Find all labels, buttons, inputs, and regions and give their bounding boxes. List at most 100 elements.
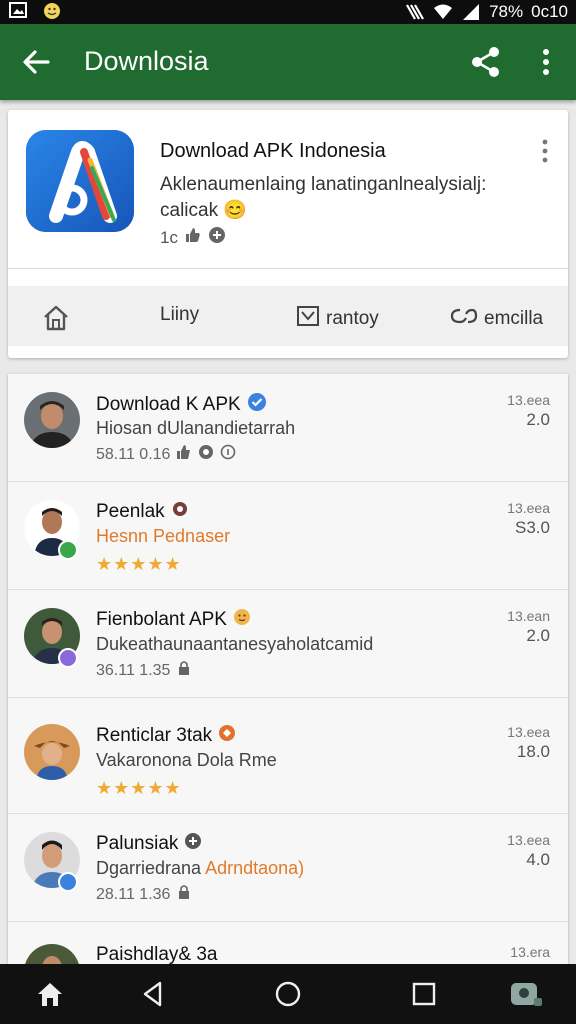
list-item[interactable]: Download K APK Hiosan dUlanandietarrah 5… — [8, 374, 568, 482]
item-meta-text: 36.11 1.35 — [96, 661, 171, 679]
item-number: 2.0 — [526, 410, 550, 429]
smile-emoji-icon: 😊 — [223, 200, 248, 221]
app-meta: 1c — [160, 226, 226, 249]
item-title: Peenlak — [96, 500, 189, 524]
action-row: Liiny rantoy emcilla — [8, 286, 568, 346]
description-line-1: Aklenaumenlaing lanatinganlnealysialj: — [160, 174, 487, 195]
app-name: Download APK Indonesia — [160, 140, 386, 162]
item-meta: 58.11 0.16 — [96, 444, 236, 465]
item-subtitle: Dgarriedrana Adrndtaona) — [96, 858, 304, 879]
item-subtitle: Vakaronona Dola Rme — [96, 750, 277, 770]
gear-icon — [171, 500, 189, 524]
item-subtitle: Hesnn Pednaser — [96, 526, 231, 546]
item-date: 13.ean — [507, 608, 550, 624]
item-date: 13.eea — [507, 832, 550, 848]
app-list: Download K APK Hiosan dUlanandietarrah 5… — [8, 374, 568, 964]
add-circle-icon — [184, 832, 202, 856]
item-number: S3.0 — [515, 518, 550, 537]
assistant-nav-icon[interactable] — [508, 980, 544, 1008]
item-number: 18.0 — [516, 742, 550, 761]
item-title: Download K APK — [96, 392, 267, 418]
thumbs-icon — [176, 444, 192, 465]
plus-badge-icon — [58, 872, 78, 892]
item-subtitle-a: Dgarriedrana — [96, 858, 202, 878]
link-icon — [448, 304, 478, 334]
app-meta-text: 1c — [160, 227, 178, 247]
description-text: calicak — [160, 200, 219, 221]
item-title-text: Palunsiak — [96, 833, 179, 854]
badge-icon — [218, 724, 236, 748]
app-bar-title: Downlosia — [84, 46, 209, 76]
item-subtitle-b: Adrndtaona) — [205, 858, 305, 878]
overflow-menu-icon[interactable] — [534, 46, 558, 78]
item-title-text: Fienbolant APK — [96, 609, 227, 630]
recents-nav-icon[interactable] — [410, 980, 438, 1008]
item-title: Paishdlay& 3a — [96, 944, 217, 964]
action-liiny[interactable]: Liiny — [160, 304, 199, 326]
back-arrow-icon[interactable] — [20, 46, 52, 78]
list-item[interactable]: Peenlak Hesnn Pednaser ★★★★★ 13.eea S3.0 — [8, 482, 568, 590]
item-date: 13.eea — [507, 724, 550, 740]
action-rantoy-label: rantoy — [326, 308, 379, 329]
avatar — [24, 724, 80, 780]
item-subtitle: Hiosan dUlanandietarrah — [96, 418, 296, 438]
item-title-text: Download K APK — [96, 394, 241, 415]
status-bar: 78% 0c10 — [0, 0, 576, 24]
back-nav-icon[interactable] — [140, 980, 168, 1008]
item-title-text: Renticlar 3tak — [96, 725, 213, 746]
item-date: 13.era — [510, 944, 550, 960]
card-overflow-icon[interactable] — [538, 138, 552, 164]
home-action[interactable] — [42, 304, 70, 338]
wifi-icon — [433, 3, 453, 21]
description-line-2: calicak 😊 — [160, 198, 540, 224]
home-circle-nav-icon[interactable] — [274, 980, 302, 1008]
check-badge-icon — [58, 540, 78, 560]
action-emcilla-label: emcilla — [484, 308, 544, 329]
item-meta-text: 58.11 0.16 — [96, 445, 171, 463]
avatar — [24, 944, 80, 964]
item-date: 13.eea — [507, 392, 550, 408]
home-nav-icon[interactable] — [36, 980, 64, 1008]
shield-icon — [198, 444, 214, 465]
thumbs-up-icon — [184, 226, 202, 249]
info-icon — [220, 444, 236, 465]
app-description: Aklenaumenlaing lanatinganlnealysialj: c… — [160, 172, 540, 224]
action-liiny-label: Liiny — [160, 304, 200, 325]
item-number: 4.0 — [526, 850, 550, 869]
nfc-icon — [405, 3, 425, 21]
verified-icon — [247, 392, 267, 418]
star-rating: ★★★★★ — [96, 554, 182, 574]
news-icon — [296, 304, 320, 334]
avatar — [24, 392, 80, 448]
face-emoji-icon — [233, 608, 251, 632]
list-item[interactable]: Paishdlay& 3a 13.era — [8, 926, 568, 964]
star-rating: ★★★★★ — [96, 778, 182, 798]
item-title: Palunsiak — [96, 832, 202, 856]
clock: 0c10 — [531, 2, 568, 21]
action-emcilla[interactable]: emcilla — [448, 304, 543, 334]
action-rantoy[interactable]: rantoy — [296, 304, 379, 334]
list-item[interactable]: Renticlar 3tak Vakaronona Dola Rme ★★★★★… — [8, 706, 568, 814]
share-icon[interactable] — [468, 44, 504, 80]
lock-icon — [176, 884, 192, 905]
plus-badge-icon — [58, 648, 78, 668]
app-header-card: Download APK Indonesia Aklenaumenlaing l… — [8, 110, 568, 358]
list-item[interactable]: Palunsiak Dgarriedrana Adrndtaona) 28.11… — [8, 814, 568, 922]
app-logo — [26, 130, 134, 232]
app-bar: Downlosia — [0, 24, 576, 100]
battery-text: 78% — [489, 2, 524, 21]
signal-icon — [461, 3, 481, 21]
lock-icon — [176, 660, 192, 681]
item-title: Fienbolant APK — [96, 608, 251, 632]
list-item[interactable]: Fienbolant APK Dukeathaunaantanesyaholat… — [8, 590, 568, 698]
item-date: 13.eea — [507, 500, 550, 516]
navigation-bar — [0, 964, 576, 1024]
item-meta: 28.11 1.36 — [96, 884, 192, 905]
item-title: Renticlar 3tak — [96, 724, 236, 748]
item-title-text: Paishdlay& 3a — [96, 944, 218, 964]
item-meta: 36.11 1.35 — [96, 660, 192, 681]
emoji-icon — [42, 2, 62, 20]
item-subtitle: Dukeathaunaantanesyaholatcamid — [96, 634, 374, 654]
home-icon — [42, 304, 70, 338]
divider — [8, 268, 568, 269]
